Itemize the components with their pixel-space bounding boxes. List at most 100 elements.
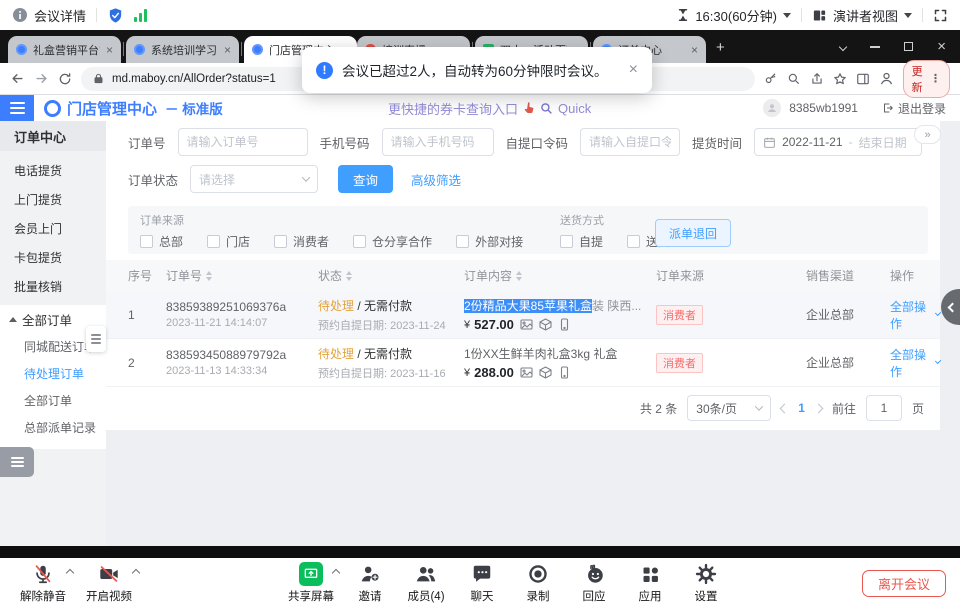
- toolbar-settings[interactable]: 设置: [678, 561, 734, 607]
- sort-icon[interactable]: [206, 271, 212, 281]
- chrome-update-button[interactable]: 更新 ⋮: [903, 60, 950, 98]
- browser-tab-2[interactable]: 系统培训学习 ×: [126, 36, 239, 63]
- checkbox-source-hq[interactable]: 总部: [140, 233, 183, 250]
- logout-button[interactable]: 退出登录: [882, 100, 946, 117]
- checkbox-source-consumer[interactable]: 消费者: [274, 233, 329, 250]
- image-icon[interactable]: [520, 366, 533, 379]
- box-icon[interactable]: [539, 366, 552, 379]
- toolbar-unmute[interactable]: 解除静音: [10, 561, 76, 607]
- floating-list-button[interactable]: [0, 447, 34, 477]
- view-mode-label[interactable]: 演讲者视图: [833, 6, 898, 25]
- window-close-icon[interactable]: ×: [937, 38, 946, 55]
- window-controls: ×: [840, 30, 960, 63]
- advanced-filter-link[interactable]: 高级筛选: [411, 170, 461, 189]
- window-minimize-icon[interactable]: [870, 46, 880, 48]
- sidebar-item-member-visit[interactable]: 会员上门: [0, 214, 106, 243]
- browser-menu-icon[interactable]: ⋮: [930, 72, 941, 85]
- order-status-select[interactable]: 请选择: [190, 165, 318, 193]
- share-screen-icon: [299, 561, 323, 587]
- page-size-select[interactable]: 30条/页: [687, 395, 771, 421]
- share-options-chevron[interactable]: [332, 569, 340, 577]
- sidebar-item-phone-pickup[interactable]: 电话提货: [0, 156, 106, 185]
- toolbar-start-video[interactable]: 开启视频: [76, 561, 142, 607]
- date-range-picker[interactable]: 2022-11-21 - 结束日期: [754, 128, 922, 156]
- fullscreen-icon[interactable]: [933, 8, 948, 23]
- dispatch-return-button[interactable]: 派单退回: [655, 219, 731, 247]
- browser-tab-1[interactable]: 礼盒营销平台管理中心 ×: [8, 36, 121, 63]
- info-icon[interactable]: [12, 7, 28, 23]
- zoom-icon[interactable]: [787, 72, 801, 86]
- shield-check-icon[interactable]: [107, 7, 124, 24]
- mic-options-chevron[interactable]: [66, 569, 74, 577]
- sidebar-item-door-pickup[interactable]: 上门提货: [0, 185, 106, 214]
- toolbar-share-screen[interactable]: 共享屏幕: [280, 561, 342, 607]
- forward-icon[interactable]: [34, 71, 49, 86]
- sidebar-subitem-all-orders[interactable]: 全部订单: [0, 387, 106, 414]
- tab-close-icon[interactable]: ×: [224, 44, 231, 56]
- sidebar-item-batch-verify[interactable]: 批量核销: [0, 272, 106, 301]
- col-order-no[interactable]: 订单号: [166, 267, 318, 284]
- share-icon[interactable]: [810, 72, 824, 86]
- table-row[interactable]: 2 83859345088979792a 2023-11-13 14:33:34…: [106, 339, 940, 387]
- sidebar-item-card-pickup[interactable]: 卡包提货: [0, 243, 106, 272]
- collapse-right-handle[interactable]: [941, 289, 960, 325]
- side-panel-icon[interactable]: [856, 72, 870, 86]
- toolbar-apps[interactable]: 应用: [622, 561, 678, 607]
- checkbox-delivery-pickup[interactable]: 自提: [560, 233, 603, 250]
- video-options-chevron[interactable]: [132, 569, 140, 577]
- sidebar-subitem-hq-dispatch-log[interactable]: 总部派单记录: [0, 414, 106, 441]
- query-button[interactable]: 查询: [338, 165, 393, 193]
- all-actions-dropdown[interactable]: 全部操作: [890, 298, 940, 332]
- promo-link[interactable]: 更快捷的券卡查询入口 Quick: [388, 99, 591, 118]
- phone-input[interactable]: [382, 128, 494, 156]
- view-mode-caret[interactable]: [904, 13, 912, 18]
- next-page-icon[interactable]: [814, 403, 824, 413]
- timer-dropdown-caret[interactable]: [783, 13, 791, 18]
- order-no-input[interactable]: [178, 128, 308, 156]
- toast-close-icon[interactable]: ×: [629, 61, 638, 79]
- toolbar-members[interactable]: 成员(4): [398, 561, 454, 607]
- checkbox-source-store[interactable]: 门店: [207, 233, 250, 250]
- box-icon[interactable]: [539, 318, 552, 331]
- col-index: 序号: [128, 267, 166, 284]
- checkbox-source-external[interactable]: 外部对接: [456, 233, 523, 250]
- leave-meeting-button[interactable]: 离开会议: [862, 570, 946, 597]
- goto-page-input[interactable]: [866, 395, 902, 421]
- table-row[interactable]: 1 83859389251069376a 2023-11-21 14:14:07…: [106, 291, 940, 339]
- collapse-panel-button[interactable]: »: [914, 125, 941, 144]
- toolbar-chat[interactable]: 聊天: [454, 561, 510, 607]
- sidebar-drag-handle[interactable]: [86, 326, 106, 352]
- checkbox-source-warehouse[interactable]: 仓分享合作: [353, 233, 432, 250]
- key-icon[interactable]: [764, 72, 778, 86]
- sort-icon[interactable]: [516, 271, 522, 281]
- record-icon: [527, 561, 549, 587]
- tab-close-icon[interactable]: ×: [691, 44, 698, 56]
- toolbar-record[interactable]: 录制: [510, 561, 566, 607]
- sort-icon[interactable]: [346, 271, 352, 281]
- current-page[interactable]: 1: [798, 401, 805, 415]
- col-content[interactable]: 订单内容: [464, 267, 656, 284]
- pickup-code-input[interactable]: [580, 128, 680, 156]
- user-avatar[interactable]: [763, 99, 781, 117]
- meeting-details-label[interactable]: 会议详情: [34, 6, 86, 25]
- hamburger-menu-button[interactable]: [0, 95, 34, 121]
- toolbar-react[interactable]: 回应: [566, 561, 622, 607]
- image-icon[interactable]: [520, 318, 533, 331]
- profile-icon[interactable]: [879, 71, 894, 86]
- window-maximize-icon[interactable]: [904, 42, 913, 51]
- col-status[interactable]: 状态: [318, 267, 464, 284]
- order-no: 83859389251069376a: [166, 300, 318, 314]
- refresh-icon[interactable]: [58, 72, 72, 86]
- all-actions-dropdown[interactable]: 全部操作: [890, 346, 940, 380]
- phone-icon[interactable]: [558, 318, 571, 331]
- network-signal-icon[interactable]: [134, 8, 147, 22]
- back-icon[interactable]: [10, 71, 25, 86]
- toolbar-invite[interactable]: 邀请: [342, 561, 398, 607]
- new-tab-button[interactable]: +: [716, 39, 725, 56]
- phone-icon[interactable]: [558, 366, 571, 379]
- sidebar-subitem-pending-orders[interactable]: 待处理订单: [0, 360, 106, 387]
- prev-page-icon[interactable]: [780, 403, 790, 413]
- tab-close-icon[interactable]: ×: [106, 44, 113, 56]
- window-menu-chevron-icon[interactable]: [840, 44, 846, 50]
- bookmark-star-icon[interactable]: [833, 72, 847, 86]
